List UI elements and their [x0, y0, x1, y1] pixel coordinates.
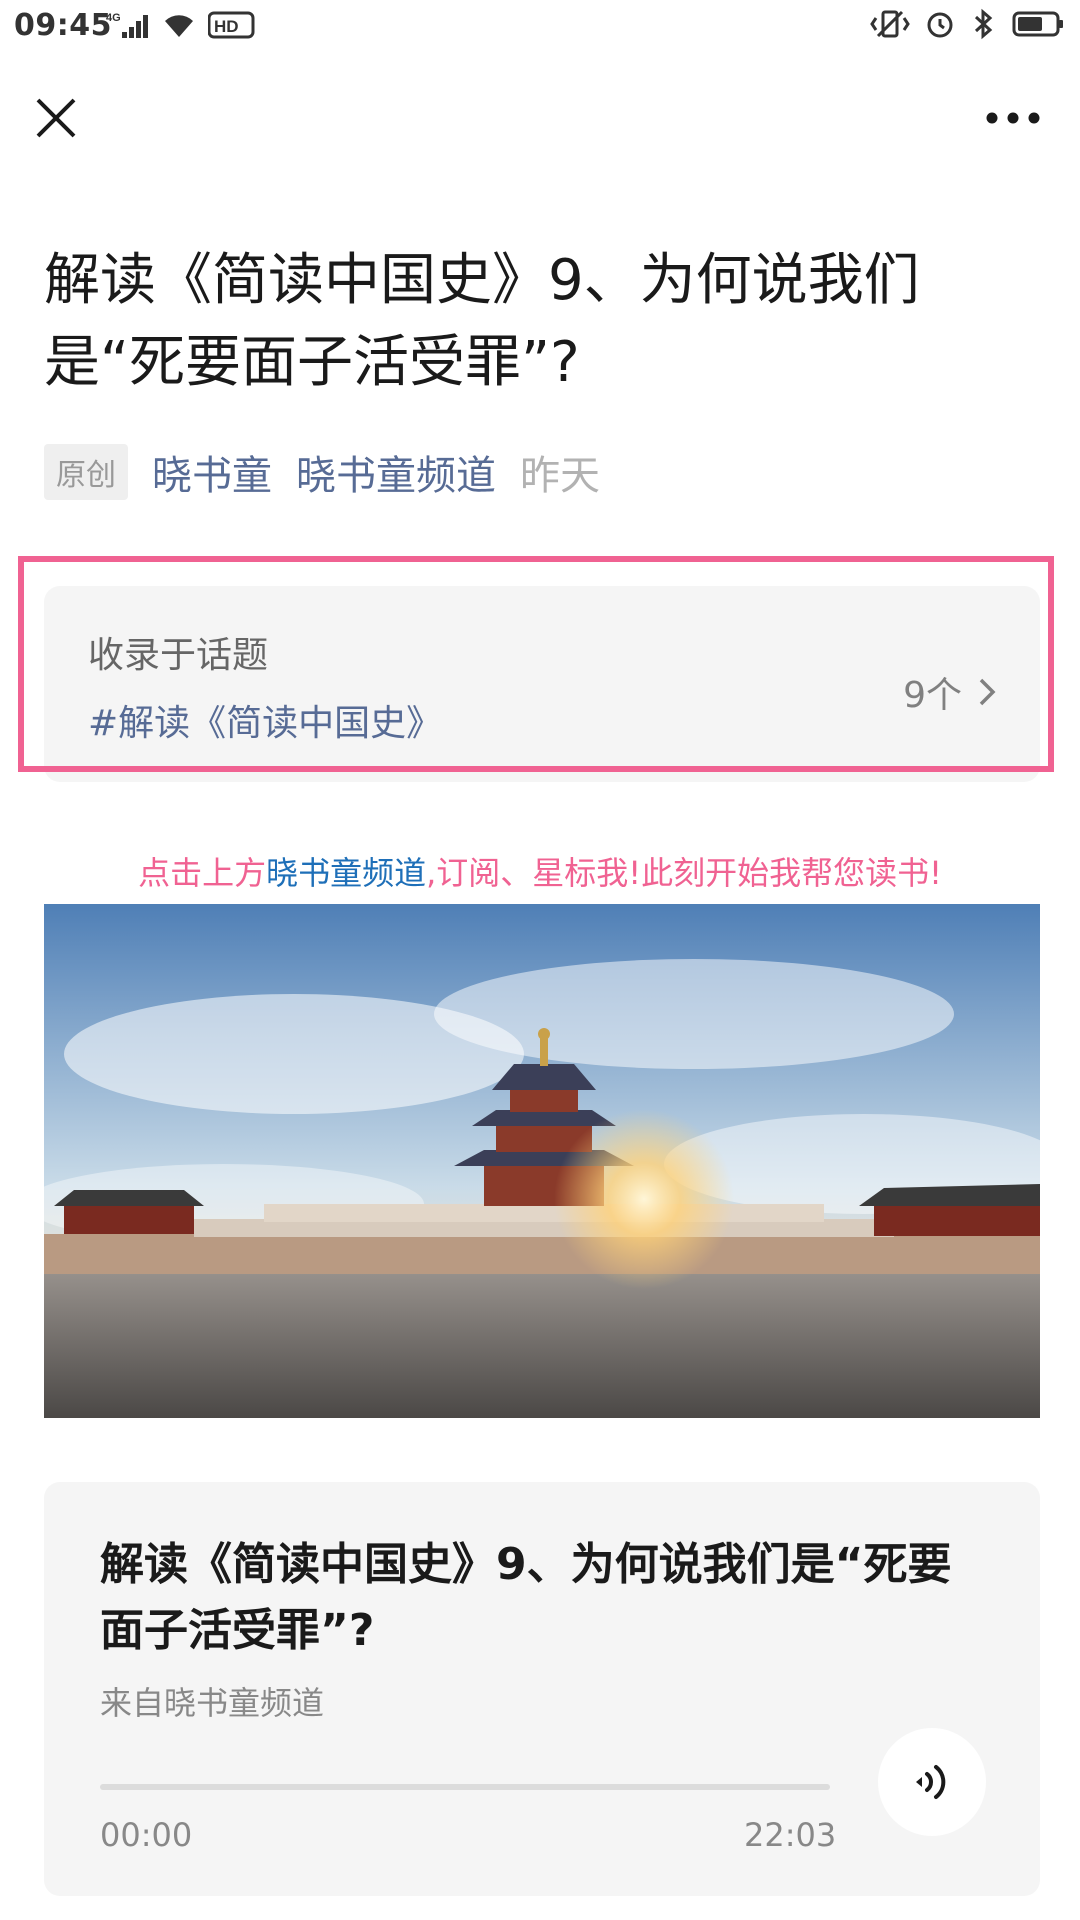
- alarm-icon: [924, 8, 956, 40]
- hd-icon: HD: [208, 10, 256, 40]
- audio-total-time: 22:03: [744, 1816, 837, 1854]
- audio-play-button[interactable]: [878, 1728, 986, 1836]
- more-button[interactable]: [984, 100, 1042, 136]
- publish-date: 昨天: [520, 453, 600, 499]
- channel-link[interactable]: 晓书童频道: [296, 443, 496, 501]
- audio-wave-icon: [916, 1765, 946, 1799]
- audio-title: 解读《简读中国史》9、为何说我们是“死要面子活受罪”?: [100, 1539, 952, 1656]
- original-badge: 原创: [44, 444, 128, 500]
- battery-icon: [1012, 9, 1066, 39]
- promo-text-before: 点击上方: [138, 854, 267, 892]
- hero-image: [44, 904, 1040, 1418]
- svg-text:HD: HD: [214, 17, 239, 36]
- more-icon: [986, 112, 1040, 124]
- close-button[interactable]: [30, 92, 82, 144]
- status-bar: 09:45 4G HD: [0, 0, 1080, 56]
- signal-icon: 4G: [106, 10, 150, 40]
- vibrate-icon: [870, 8, 910, 40]
- svg-text:4G: 4G: [106, 12, 121, 24]
- audio-card[interactable]: 解读《简读中国史》9、为何说我们是“死要面子活受罪”? 来自晓书童频道 00:0…: [44, 1482, 1040, 1896]
- promo-channel-link[interactable]: 晓书童频道: [266, 854, 426, 892]
- promo-text-after: ,订阅、星标我!此刻开始我帮您读书!: [426, 854, 942, 892]
- article-meta: 原创 晓书童 晓书童频道 昨天: [44, 443, 600, 501]
- wifi-icon: [162, 11, 196, 39]
- audio-progress-bar[interactable]: [100, 1784, 830, 1790]
- promo-line: 点击上方晓书童频道,订阅、星标我!此刻开始我帮您读书!: [0, 848, 1080, 894]
- article-title: 解读《简读中国史》9、为何说我们是“死要面子活受罪”?: [44, 248, 920, 395]
- topic-highlight-box: [18, 556, 1054, 772]
- author-link[interactable]: 晓书童: [152, 443, 272, 501]
- close-icon: [36, 98, 76, 138]
- bluetooth-icon: [970, 8, 998, 40]
- audio-source: 来自晓书童频道: [100, 1684, 325, 1722]
- status-time: 09:45: [14, 8, 112, 43]
- audio-current-time: 00:00: [100, 1816, 193, 1854]
